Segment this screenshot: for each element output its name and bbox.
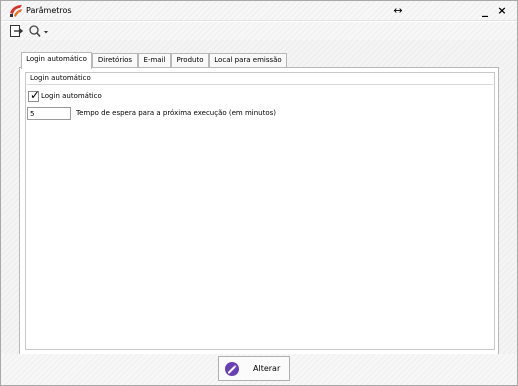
toolbar <box>1 22 517 40</box>
tab-produto[interactable]: Produto <box>171 53 209 68</box>
alterar-button[interactable]: Alterar <box>218 356 290 381</box>
tab-email[interactable]: E-mail <box>138 53 171 68</box>
tab-panel-login: Login automático ✓ Login automático Temp… <box>19 67 499 355</box>
window-title: Parâmetros <box>26 6 72 15</box>
minimize-button[interactable]: _ <box>478 3 492 19</box>
app-logo-icon <box>10 5 22 17</box>
tab-label: E-mail <box>143 56 166 64</box>
dropdown-arrow-icon <box>44 31 48 34</box>
login-group: Login automático ✓ Login automático Temp… <box>25 72 495 350</box>
title-bar[interactable]: Parâmetros ↔ _ × <box>1 1 517 21</box>
login-checkbox[interactable]: ✓ <box>28 88 41 102</box>
tab-label: Diretórios <box>97 56 133 64</box>
close-button[interactable]: × <box>495 3 509 19</box>
tab-diretorios[interactable]: Diretórios <box>92 53 138 68</box>
search-icon[interactable] <box>28 24 50 38</box>
tab-login-automatico[interactable]: Login automático <box>21 52 92 69</box>
alterar-label: Alterar <box>253 364 281 373</box>
resize-button[interactable]: ↔ <box>391 3 405 19</box>
checkmark-icon: ✓ <box>30 88 41 102</box>
parametros-window: Parâmetros ↔ _ × Login automático Diretó… <box>0 0 518 386</box>
tab-label: Produto <box>176 56 204 64</box>
login-checkbox-label[interactable]: Login automático <box>41 92 102 100</box>
tab-local-para-emissao[interactable]: Local para emissão <box>209 53 287 68</box>
edit-pen-icon <box>225 362 239 376</box>
wait-minutes-input[interactable] <box>27 107 71 120</box>
exit-icon[interactable] <box>9 24 23 38</box>
group-title: Login automático <box>30 74 91 82</box>
footer-bar: Alterar <box>1 354 517 385</box>
wait-minutes-label: Tempo de espera para a próxima execução … <box>76 109 277 117</box>
group-divider <box>27 84 493 85</box>
tab-label: Login automático <box>26 55 87 63</box>
tab-label: Local para emissão <box>214 56 282 64</box>
main-content: Login automático Diretórios E-mail Produ… <box>1 40 517 355</box>
